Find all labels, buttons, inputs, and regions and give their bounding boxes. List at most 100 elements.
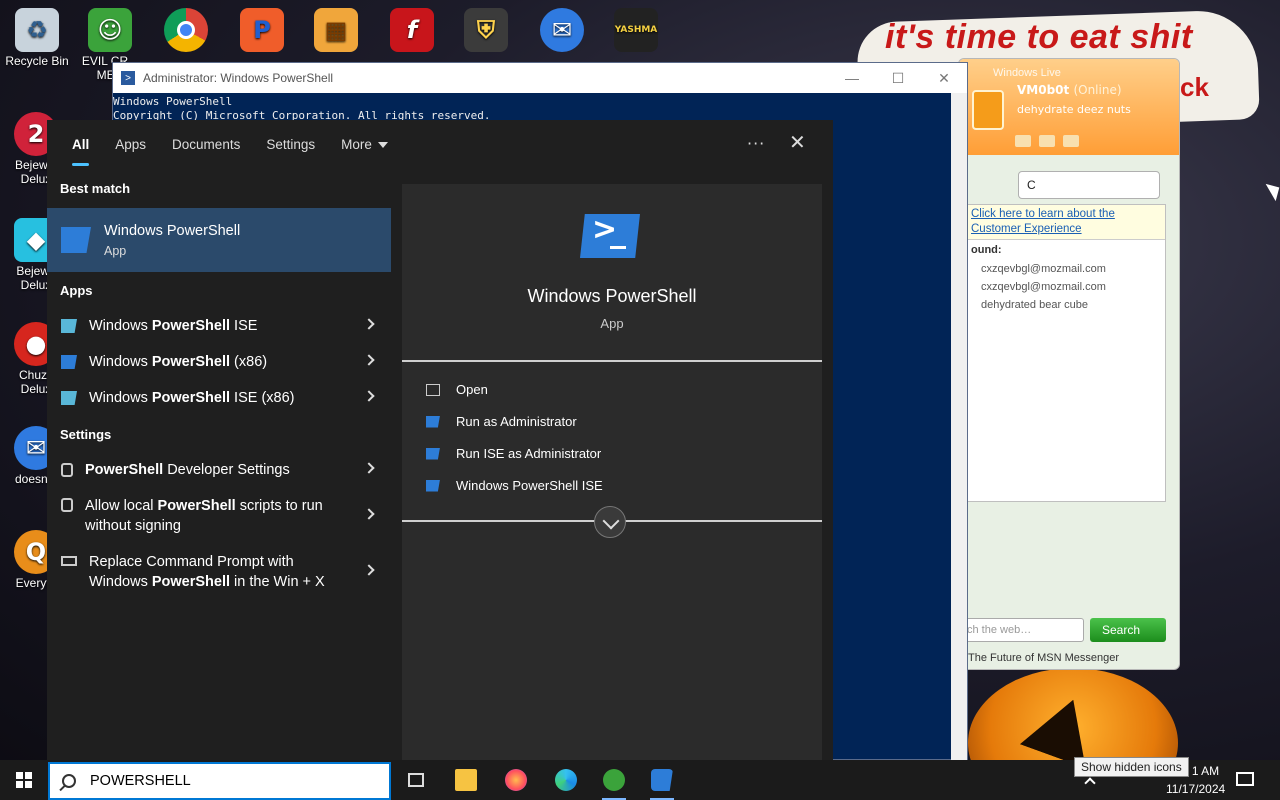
chevron-right-icon[interactable] xyxy=(363,390,375,402)
firefox-icon xyxy=(505,769,527,791)
app-result-powershell-ise[interactable]: Windows PowerShell ISE xyxy=(47,308,391,344)
messenger-taskbar-button[interactable] xyxy=(590,760,638,800)
open-icon xyxy=(426,383,440,396)
close-search-button[interactable]: ✕ xyxy=(789,130,806,154)
msn-status: (Online) xyxy=(1073,83,1122,97)
tab-apps[interactable]: Apps xyxy=(115,137,146,152)
setting-result-developer[interactable]: PowerShell Developer Settings xyxy=(47,452,391,488)
powershell-console[interactable]: Windows PowerShell Copyright (C) Microso… xyxy=(113,93,967,123)
app-result-powershell-x86[interactable]: Windows PowerShell (x86) xyxy=(47,344,391,380)
msn-avatar[interactable] xyxy=(972,90,1004,130)
flash-desktop-icon[interactable]: f xyxy=(372,8,452,54)
recycle-bin-icon: ♻ xyxy=(15,8,59,52)
folder-icon xyxy=(455,769,477,791)
console-scrollbar[interactable] xyxy=(951,93,967,761)
chrome-desktop-icon[interactable] xyxy=(146,8,226,54)
start-button[interactable] xyxy=(0,760,48,800)
msn-contact-search-input[interactable]: C xyxy=(1018,171,1160,199)
powershell-icon: > xyxy=(121,71,135,85)
p-app-icon: P xyxy=(240,8,284,52)
window-title: Administrator: Windows PowerShell xyxy=(143,71,334,85)
close-button[interactable]: ✕ xyxy=(921,63,967,93)
taskbar-search-input[interactable] xyxy=(90,773,350,789)
msn-personal-message[interactable]: dehydrate deez nuts xyxy=(1017,103,1179,116)
archive-icon: ▦ xyxy=(314,8,358,52)
maximize-button[interactable]: ☐ xyxy=(875,63,921,93)
action-run-ise-as-admin[interactable]: Run ISE as Administrator xyxy=(426,446,601,461)
chevron-up-icon xyxy=(1084,777,1096,789)
contact-item[interactable]: dehydrated bear cube xyxy=(967,296,1165,314)
web-search-input[interactable]: ch the web… xyxy=(960,618,1084,642)
msn-contact-list[interactable]: Click here to learn about the Customer E… xyxy=(966,204,1166,502)
folder-icon[interactable] xyxy=(1039,135,1055,147)
tab-documents[interactable]: Documents xyxy=(172,137,240,152)
windows-logo-icon xyxy=(16,772,32,788)
powershell-titlebar[interactable]: > Administrator: Windows PowerShell — ☐ … xyxy=(113,63,967,93)
chevron-right-icon[interactable] xyxy=(363,318,375,330)
archive-desktop-icon[interactable]: ▦ xyxy=(296,8,376,54)
contact-item[interactable]: cxzqevbgl@mozmail.com xyxy=(967,278,1165,296)
taskbar-search-box[interactable] xyxy=(48,762,391,800)
task-view-button[interactable] xyxy=(392,760,440,800)
firefox-taskbar-button[interactable] xyxy=(492,760,540,800)
powershell-icon xyxy=(426,447,440,460)
chevron-right-icon[interactable] xyxy=(363,354,375,366)
chevron-right-icon[interactable] xyxy=(363,462,375,474)
chevron-right-icon[interactable] xyxy=(363,564,375,576)
tab-settings[interactable]: Settings xyxy=(266,137,315,152)
game-badge-icon: ⛨ xyxy=(464,8,508,52)
powershell-ise-icon xyxy=(61,319,77,333)
edge-icon xyxy=(555,769,577,791)
best-match-result[interactable]: Windows PowerShell App xyxy=(47,208,391,272)
best-match-name: Windows PowerShell xyxy=(104,222,241,239)
edge-taskbar-button[interactable] xyxy=(542,760,590,800)
action-powershell-ise[interactable]: Windows PowerShell ISE xyxy=(426,478,603,493)
settings-slider-icon xyxy=(61,463,73,477)
flash-icon: f xyxy=(390,8,434,52)
detail-app-type: App xyxy=(600,316,624,331)
powershell-icon xyxy=(651,769,673,791)
expand-chevron-button[interactable] xyxy=(594,506,626,538)
xbox-icon[interactable] xyxy=(1063,135,1079,147)
web-search-button[interactable]: Search xyxy=(1090,618,1166,642)
clock-time: 1 AM xyxy=(1191,764,1220,778)
more-options-button[interactable]: ··· xyxy=(747,134,765,153)
powershell-icon xyxy=(61,227,91,253)
notification-center-icon[interactable] xyxy=(1236,772,1254,786)
app-result-powershell-ise-x86[interactable]: Windows PowerShell ISE (x86) xyxy=(47,380,391,416)
msn-toolbar xyxy=(1015,135,1079,147)
chevron-right-icon[interactable] xyxy=(363,508,375,520)
task-view-icon xyxy=(408,773,424,787)
mouse-cursor-icon xyxy=(1265,178,1280,202)
mail-icon[interactable] xyxy=(1015,135,1031,147)
setting-result-replace-cmd[interactable]: Replace Command Prompt with Windows Powe… xyxy=(47,544,391,600)
action-run-as-admin[interactable]: Run as Administrator xyxy=(426,414,577,429)
tab-all[interactable]: All xyxy=(72,137,90,166)
banner-text-2: ck xyxy=(1180,72,1209,102)
p-app-desktop-icon[interactable]: P xyxy=(222,8,302,54)
settings-header: Settings xyxy=(60,426,112,442)
yashma-icon: YASHMA xyxy=(614,8,658,52)
setting-result-scripts[interactable]: Allow local PowerShell scripts to run wi… xyxy=(47,488,391,544)
terminal-icon xyxy=(61,556,77,566)
detail-card: Windows PowerShell App Open Run as Admin… xyxy=(402,184,822,760)
contact-item[interactable]: cxzqevbgl@mozmail.com xyxy=(967,260,1165,278)
file-explorer-taskbar-button[interactable] xyxy=(442,760,490,800)
msn-display-name[interactable]: VM0b0t (Online) xyxy=(1017,83,1179,97)
game-desktop-icon[interactable]: ⛨ xyxy=(446,8,526,54)
powershell-ise-icon xyxy=(61,391,77,405)
thunderbird-icon: ✉ xyxy=(540,8,584,52)
customer-experience-link[interactable]: Click here to learn about the Customer E… xyxy=(967,205,1165,240)
apps-header: Apps xyxy=(60,282,93,298)
yashma-desktop-icon[interactable]: YASHMA xyxy=(596,8,676,54)
msn-footer-link[interactable]: The Future of MSN Messenger xyxy=(968,652,1119,664)
powershell-taskbar-button[interactable] xyxy=(638,760,686,800)
search-tabs: All Apps Documents Settings More xyxy=(47,120,833,168)
action-open[interactable]: Open xyxy=(426,382,488,397)
recycle-bin-desktop-icon[interactable]: ♻ Recycle Bin xyxy=(0,8,77,68)
thunderbird-desktop-icon[interactable]: ✉ xyxy=(522,8,602,54)
minimize-button[interactable]: — xyxy=(829,63,875,93)
tab-more[interactable]: More xyxy=(341,137,388,152)
results-pane: Best match Windows PowerShell App Apps W… xyxy=(47,168,391,760)
taskbar-clock[interactable]: 1 AM 11/17/2024 xyxy=(1166,762,1225,798)
